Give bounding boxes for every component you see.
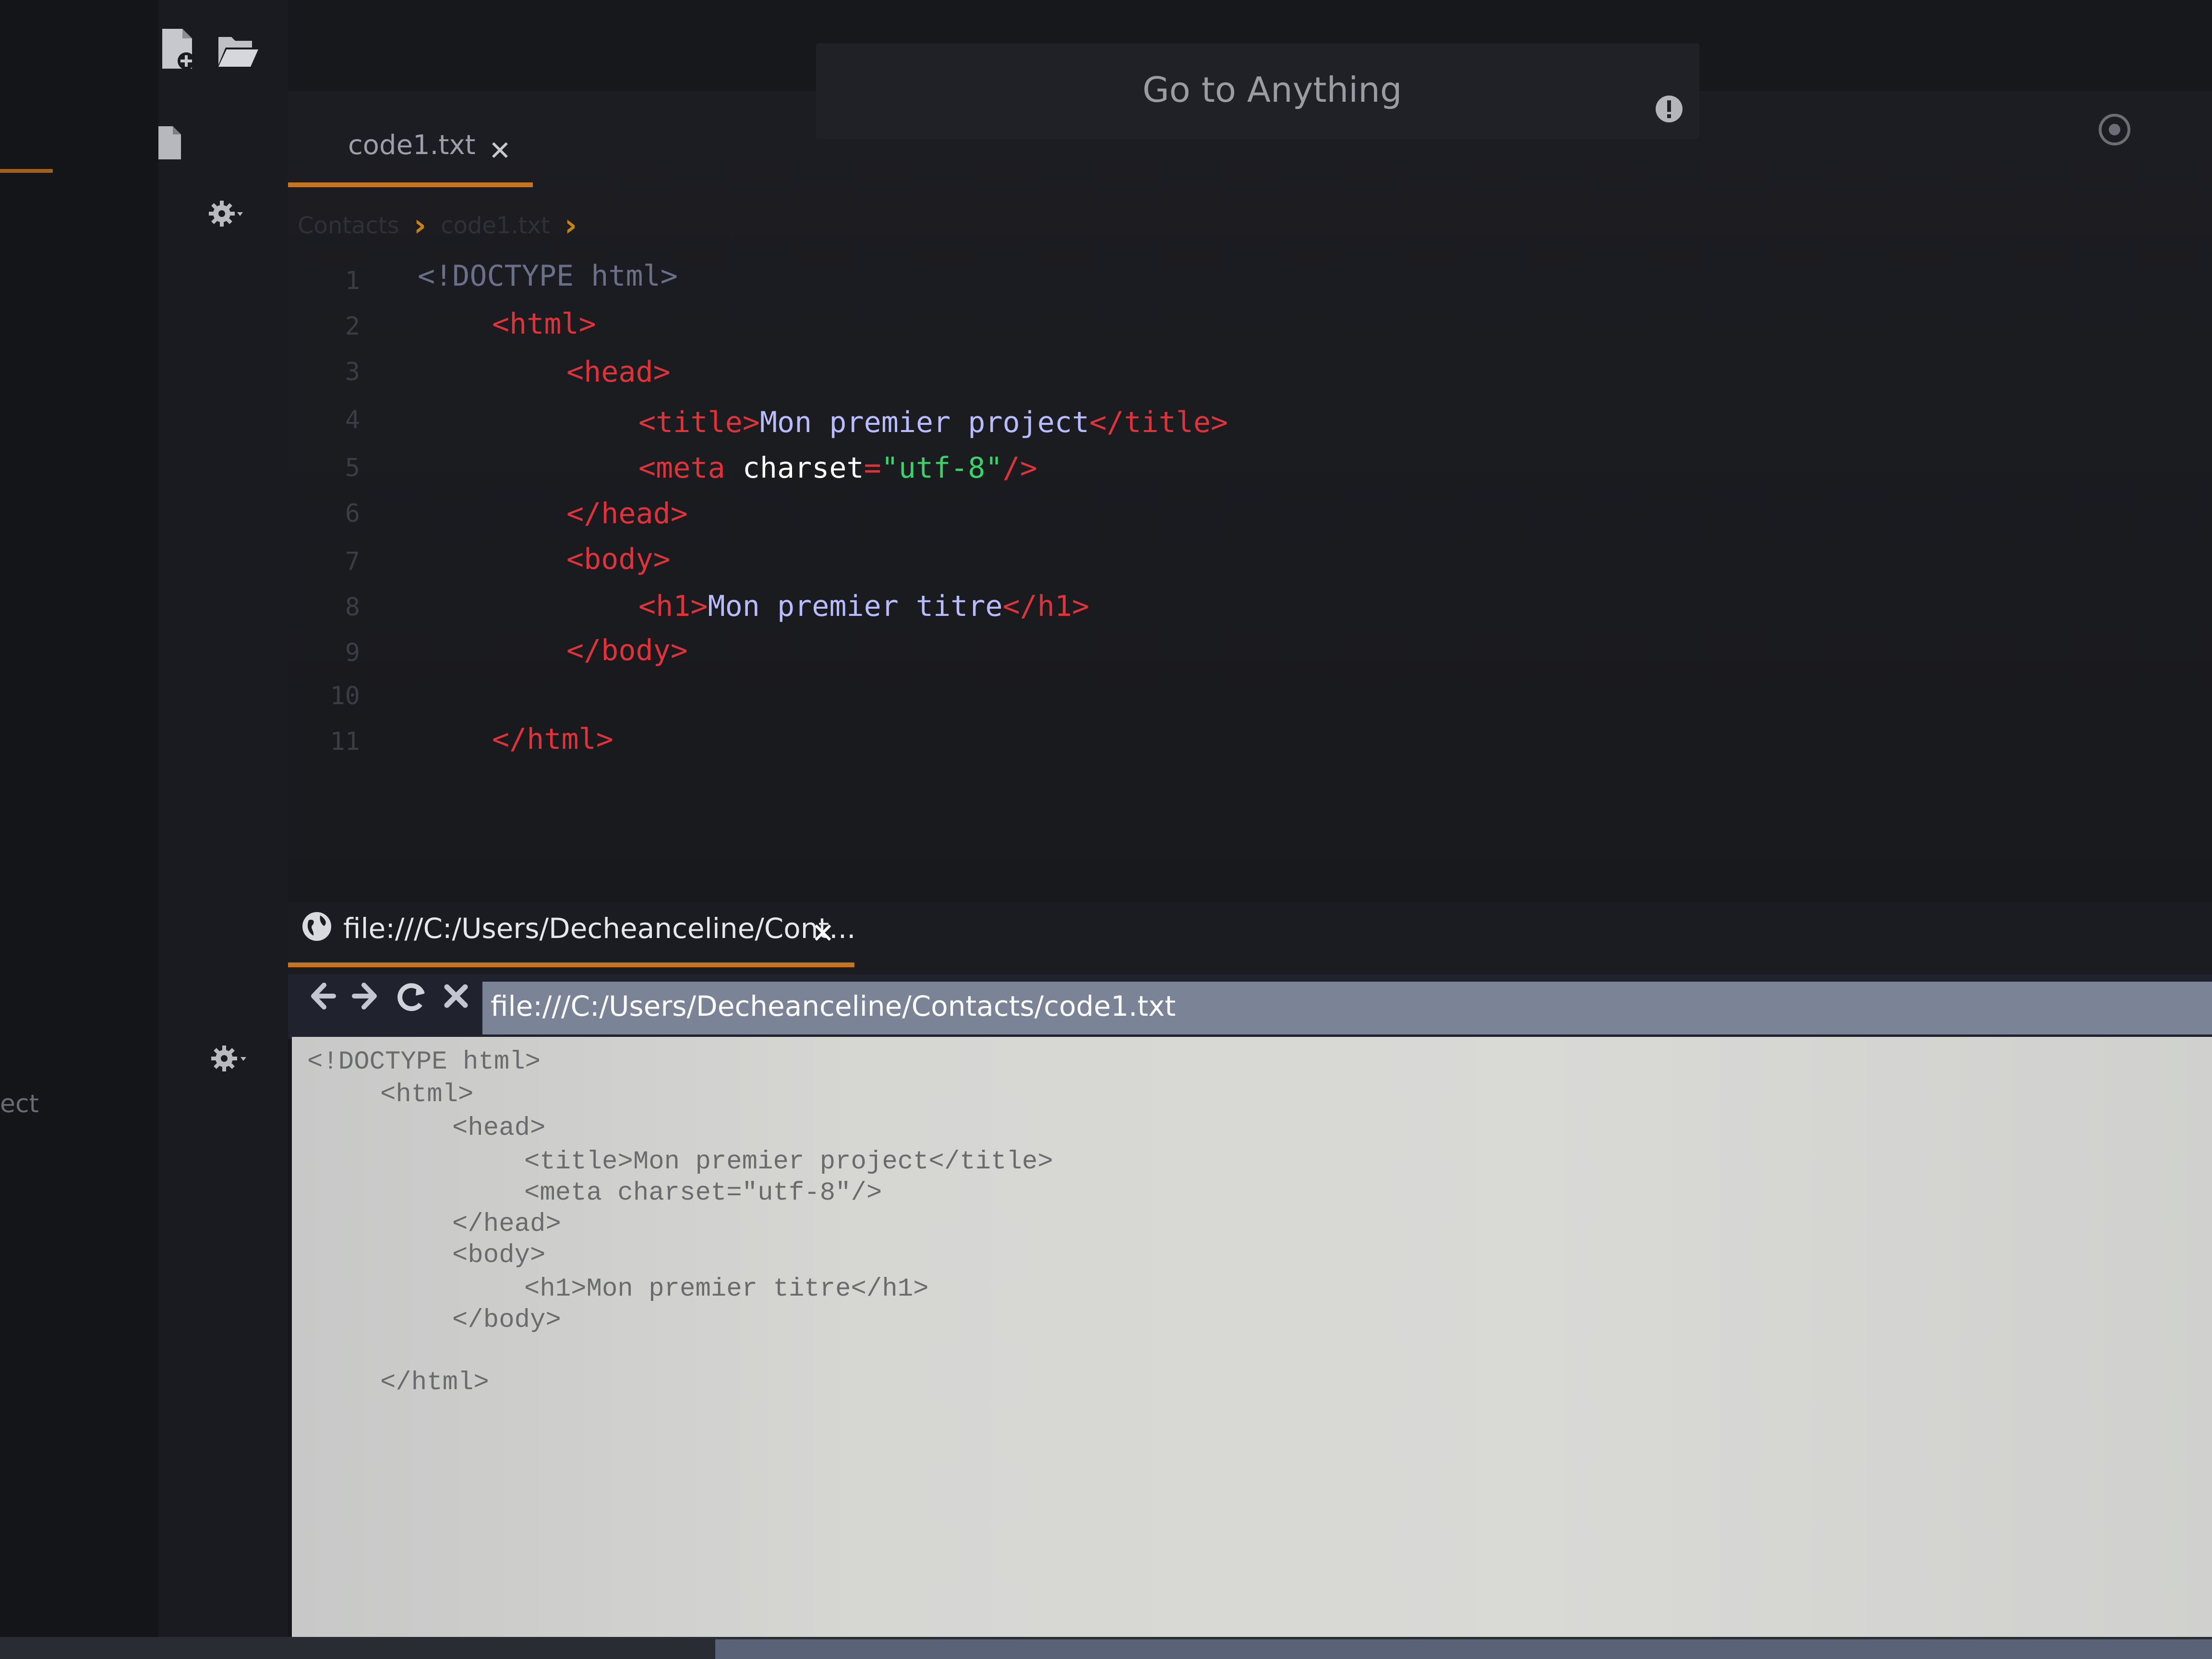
- code-token: <body>: [566, 542, 671, 576]
- page-text-line: </head>: [452, 1210, 561, 1239]
- code-line[interactable]: </head>: [566, 497, 688, 530]
- open-folder-icon[interactable]: [216, 31, 259, 70]
- code-token: Mon premier titre: [708, 589, 1003, 623]
- code-token: Mon premier project: [759, 406, 1090, 439]
- stop-icon[interactable]: [439, 979, 473, 1013]
- code-token: </body>: [566, 634, 688, 667]
- page-text-line: <h1>Mon premier titre</h1>: [524, 1274, 929, 1304]
- tab-close-icon[interactable]: ✕: [489, 135, 511, 167]
- line-number: 10: [330, 682, 360, 710]
- line-number: 1: [345, 266, 360, 295]
- page-text-line: <!DOCTYPE html>: [307, 1047, 541, 1077]
- line-number: 9: [345, 638, 360, 667]
- code-token: </title>: [1089, 406, 1228, 439]
- editor-settings-gear-icon[interactable]: [206, 197, 245, 230]
- browser-tab-close-icon[interactable]: ✕: [811, 917, 835, 950]
- breadcrumb-folder[interactable]: Contacts: [298, 212, 399, 239]
- code-token: <h1>: [638, 589, 708, 623]
- forward-arrow-icon[interactable]: [349, 979, 383, 1013]
- left-strip: [0, 0, 158, 1659]
- goto-anything-label: Go to Anything: [1142, 70, 1402, 110]
- code-token: />: [1002, 451, 1037, 485]
- code-token: <!DOCTYPE html>: [418, 259, 678, 293]
- code-token: <meta: [638, 451, 743, 485]
- code-line[interactable]: <h1>Mon premier titre</h1>: [638, 589, 1089, 623]
- line-number: 4: [345, 406, 360, 434]
- page-text-line: </html>: [380, 1368, 489, 1397]
- line-number: 2: [345, 312, 360, 341]
- code-line[interactable]: <html>: [492, 307, 596, 341]
- code-line[interactable]: </html>: [492, 722, 613, 756]
- line-number: 7: [345, 547, 360, 576]
- alert-icon[interactable]: [1654, 94, 1684, 124]
- back-arrow-icon[interactable]: [305, 979, 338, 1013]
- code-token: =: [864, 451, 881, 485]
- active-tab-underline: [288, 182, 533, 187]
- globe-icon: [300, 910, 334, 943]
- code-token: <html>: [492, 307, 596, 341]
- new-file-icon[interactable]: [158, 26, 197, 72]
- active-tab-underline: [288, 962, 854, 967]
- code-token: "utf-8": [881, 451, 1003, 485]
- line-number: 8: [345, 593, 360, 622]
- tab-label[interactable]: code1.txt: [348, 130, 476, 161]
- code-line[interactable]: <head>: [566, 355, 671, 389]
- breadcrumb: Contacts › code1.txt ›: [298, 206, 591, 245]
- reload-icon[interactable]: [395, 979, 428, 1013]
- line-number: 11: [330, 727, 360, 756]
- sidebar-partial-label: ect: [0, 1090, 39, 1118]
- code-line[interactable]: <!DOCTYPE html>: [418, 259, 678, 293]
- line-number: 6: [345, 499, 360, 528]
- left-panel-underline: [0, 169, 53, 173]
- code-token: </h1>: [1002, 589, 1090, 623]
- chevron-right-icon: ›: [413, 208, 427, 243]
- browser-tab-label[interactable]: file:///C:/Users/Decheanceline/Cont...: [343, 912, 856, 945]
- file-icon: [156, 125, 182, 161]
- code-line[interactable]: <meta charset="utf-8"/>: [638, 451, 1037, 485]
- browser-page-content: [292, 1037, 2212, 1659]
- breadcrumb-file[interactable]: code1.txt: [441, 212, 550, 239]
- url-text[interactable]: file:///C:/Users/Decheanceline/Contacts/…: [491, 990, 1176, 1022]
- page-text-line: <title>Mon premier project</title>: [524, 1147, 1053, 1177]
- code-token: </html>: [492, 722, 613, 756]
- line-number: 5: [345, 454, 360, 482]
- page-text-line: <meta charset="utf-8"/>: [524, 1178, 882, 1208]
- page-text-line: </body>: [452, 1306, 561, 1335]
- toolbar-sidebar: [158, 0, 288, 1659]
- code-token: <title>: [638, 406, 760, 439]
- code-token: charset: [742, 451, 864, 485]
- page-text-line: <html>: [380, 1080, 474, 1109]
- code-line[interactable]: <title>Mon premier project</title>: [638, 406, 1228, 439]
- code-line[interactable]: </body>: [566, 634, 688, 667]
- code-token: </head>: [566, 497, 688, 530]
- page-text-line: <body>: [452, 1241, 546, 1270]
- line-number: 3: [345, 358, 360, 386]
- browser-settings-gear-icon[interactable]: [209, 1042, 250, 1075]
- chevron-right-icon: ›: [564, 208, 577, 243]
- page-text-line: <head>: [452, 1114, 546, 1143]
- taskbar-active-area: [715, 1639, 2212, 1659]
- record-icon[interactable]: [2098, 113, 2131, 146]
- code-line[interactable]: <body>: [566, 542, 671, 576]
- code-token: <head>: [566, 355, 671, 389]
